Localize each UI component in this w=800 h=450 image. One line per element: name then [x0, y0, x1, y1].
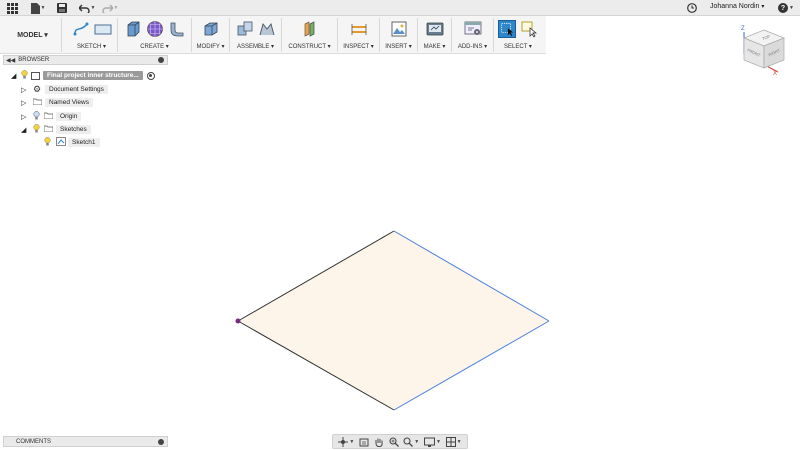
look-at-icon[interactable] — [359, 437, 369, 447]
orbit-icon[interactable]: ▼ — [338, 436, 354, 447]
origin-point[interactable] — [235, 318, 241, 324]
comments-title: COMMENTS — [16, 438, 51, 445]
navigation-bar: ▼ ▼ ▼ ▼ — [332, 434, 468, 449]
fit-icon[interactable]: ▼ — [403, 436, 419, 447]
display-settings-icon[interactable]: ▼ — [423, 437, 441, 447]
zoom-icon[interactable] — [388, 436, 399, 447]
sketch-profile[interactable] — [238, 231, 549, 410]
pan-icon[interactable] — [374, 437, 384, 447]
grid-settings-icon[interactable]: ▼ — [445, 436, 462, 447]
comments-panel[interactable]: COMMENTS — [3, 436, 168, 447]
design-canvas[interactable] — [0, 0, 800, 450]
add-comment-icon[interactable] — [158, 438, 164, 445]
